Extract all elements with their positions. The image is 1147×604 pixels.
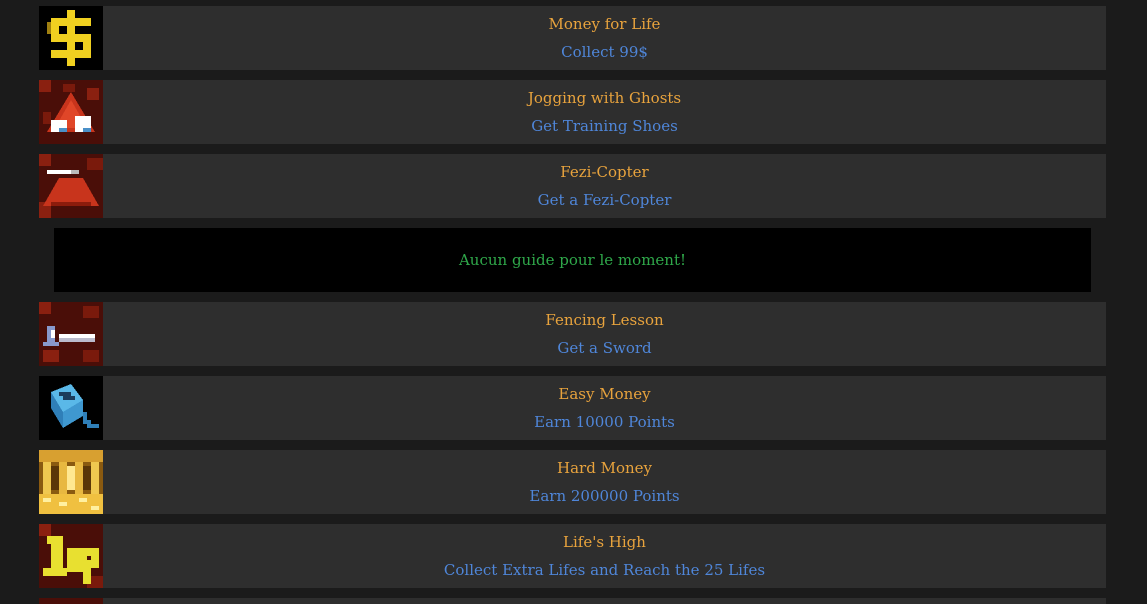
toaster-icon xyxy=(39,376,103,440)
achievement-title: Life's High xyxy=(563,533,646,551)
achievement-description[interactable]: Collect Extra Lifes and Reach the 25 Lif… xyxy=(444,561,765,579)
ghost-shoes-icon xyxy=(39,80,103,144)
achievement-row[interactable]: Life's High Collect Extra Lifes and Reac… xyxy=(39,524,1106,588)
achievement-title: Hard Money xyxy=(557,459,652,477)
achievement-description[interactable]: Get Training Shoes xyxy=(531,117,678,135)
achievement-description[interactable]: Collect 99$ xyxy=(561,43,648,61)
fezi-copter-icon xyxy=(39,154,103,218)
achievement-row[interactable]: Jogging with Ghosts Get Training Shoes xyxy=(39,80,1106,144)
achievement-row[interactable]: Fezi-Copter Get a Fezi-Copter xyxy=(39,154,1106,218)
guide-panel: Aucun guide pour le moment! xyxy=(54,228,1091,292)
achievement-thumbnail xyxy=(39,598,103,604)
achievement-row[interactable]: Fencing Lesson Get a Sword xyxy=(39,302,1106,366)
achievement-title: Jogging with Ghosts xyxy=(527,89,682,107)
achievement-description[interactable]: Get a Fezi-Copter xyxy=(538,191,672,209)
achievement-description[interactable]: Get a Sword xyxy=(557,339,651,357)
achievement-description[interactable]: Earn 10000 Points xyxy=(534,413,675,431)
dollar-icon xyxy=(39,6,103,70)
achievement-row[interactable]: Hard Money Earn 200000 Points xyxy=(39,450,1106,514)
achievement-description[interactable]: Earn 200000 Points xyxy=(529,487,679,505)
achievement-row[interactable]: Easy Money Earn 10000 Points xyxy=(39,376,1106,440)
one-up-icon xyxy=(39,524,103,588)
achievement-title: Fezi-Copter xyxy=(560,163,649,181)
sword-icon xyxy=(39,302,103,366)
guide-message: Aucun guide pour le moment! xyxy=(458,251,687,269)
treasure-hall-icon xyxy=(39,450,103,514)
achievement-title: Easy Money xyxy=(558,385,651,403)
achievement-title: Money for Life xyxy=(548,15,661,33)
achievement-list: Money for Life Collect 99$ Jogging with … xyxy=(39,6,1106,604)
achievement-row-partial[interactable] xyxy=(39,598,1106,604)
achievement-title: Fencing Lesson xyxy=(545,311,664,329)
achievement-row[interactable]: Money for Life Collect 99$ xyxy=(39,6,1106,70)
